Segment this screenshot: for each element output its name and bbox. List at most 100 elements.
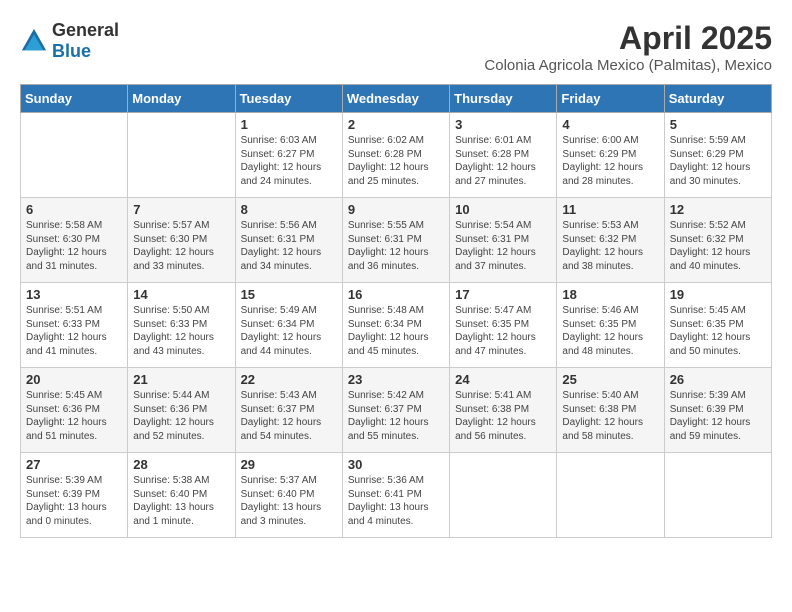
calendar-cell: 19 Sunrise: 5:45 AM Sunset: 6:35 PM Dayli…	[664, 283, 771, 368]
calendar-cell: 29 Sunrise: 5:37 AM Sunset: 6:40 PM Dayli…	[235, 453, 342, 538]
day-info: Sunrise: 5:50 AM Sunset: 6:33 PM Dayligh…	[133, 304, 229, 358]
day-number: 11	[562, 202, 658, 217]
header-wednesday: Wednesday	[342, 85, 449, 113]
day-info: Sunrise: 5:43 AM Sunset: 6:37 PM Dayligh…	[241, 389, 337, 443]
day-number: 20	[26, 372, 122, 387]
day-info: Sunrise: 5:48 AM Sunset: 6:34 PM Dayligh…	[348, 304, 444, 358]
day-number: 30	[348, 457, 444, 472]
day-number: 4	[562, 117, 658, 132]
calendar-cell: 3 Sunrise: 6:01 AM Sunset: 6:28 PM Daylig…	[450, 113, 557, 198]
calendar-cell: 2Sunrise: 6:02 AM Sunset: 6:28 PM Daylig…	[342, 113, 449, 198]
calendar-week-row: 6Sunrise: 5:58 AM Sunset: 6:30 PM Daylig…	[21, 198, 772, 283]
day-info: Sunrise: 6:03 AM Sunset: 6:27 PM Dayligh…	[241, 134, 337, 188]
calendar-week-row: 20 Sunrise: 5:45 AM Sunset: 6:36 PM Dayli…	[21, 368, 772, 453]
calendar-cell: 26 Sunrise: 5:39 AM Sunset: 6:39 PM Dayli…	[664, 368, 771, 453]
calendar-cell: 25Sunrise: 5:40 AM Sunset: 6:38 PM Dayli…	[557, 368, 664, 453]
day-info: Sunrise: 5:46 AM Sunset: 6:35 PM Dayligh…	[562, 304, 658, 358]
calendar-cell: 5 Sunrise: 5:59 AM Sunset: 6:29 PM Daylig…	[664, 113, 771, 198]
day-info: Sunrise: 5:39 AM Sunset: 6:39 PM Dayligh…	[670, 389, 766, 443]
day-number: 19	[670, 287, 766, 302]
calendar-cell: 14 Sunrise: 5:50 AM Sunset: 6:33 PM Dayli…	[128, 283, 235, 368]
day-number: 9	[348, 202, 444, 217]
day-number: 1	[241, 117, 337, 132]
day-info: Sunrise: 5:44 AM Sunset: 6:36 PM Dayligh…	[133, 389, 229, 443]
day-info: Sunrise: 5:37 AM Sunset: 6:40 PM Dayligh…	[241, 474, 337, 528]
logo-text: General Blue	[52, 20, 119, 62]
day-number: 27	[26, 457, 122, 472]
day-number: 13	[26, 287, 122, 302]
calendar-cell	[21, 113, 128, 198]
day-number: 14	[133, 287, 229, 302]
day-number: 6	[26, 202, 122, 217]
calendar-cell: 30 Sunrise: 5:36 AM Sunset: 6:41 PM Dayli…	[342, 453, 449, 538]
day-number: 12	[670, 202, 766, 217]
calendar-cell: 13 Sunrise: 5:51 AM Sunset: 6:33 PM Dayli…	[21, 283, 128, 368]
calendar-cell: 15 Sunrise: 5:49 AM Sunset: 6:34 PM Dayli…	[235, 283, 342, 368]
day-number: 7	[133, 202, 229, 217]
day-info: Sunrise: 5:45 AM Sunset: 6:35 PM Dayligh…	[670, 304, 766, 358]
calendar-cell	[128, 113, 235, 198]
calendar-cell: 7 Sunrise: 5:57 AM Sunset: 6:30 PM Daylig…	[128, 198, 235, 283]
calendar-header: Sunday Monday Tuesday Wednesday Thursday…	[21, 85, 772, 113]
day-info: Sunrise: 5:53 AM Sunset: 6:32 PM Dayligh…	[562, 219, 658, 273]
day-info: Sunrise: 5:59 AM Sunset: 6:29 PM Dayligh…	[670, 134, 766, 188]
day-info: Sunrise: 6:02 AM Sunset: 6:28 PM Dayligh…	[348, 134, 444, 188]
calendar-cell: 16 Sunrise: 5:48 AM Sunset: 6:34 PM Dayli…	[342, 283, 449, 368]
day-number: 28	[133, 457, 229, 472]
day-info: Sunrise: 5:36 AM Sunset: 6:41 PM Dayligh…	[348, 474, 444, 528]
day-number: 25	[562, 372, 658, 387]
calendar-body: 1 Sunrise: 6:03 AM Sunset: 6:27 PM Daylig…	[21, 113, 772, 538]
day-number: 15	[241, 287, 337, 302]
calendar-cell: 24 Sunrise: 5:41 AM Sunset: 6:38 PM Dayli…	[450, 368, 557, 453]
day-number: 17	[455, 287, 551, 302]
logo-general: General	[52, 20, 119, 40]
calendar-cell: 17 Sunrise: 5:47 AM Sunset: 6:35 PM Dayli…	[450, 283, 557, 368]
calendar-cell: 22 Sunrise: 5:43 AM Sunset: 6:37 PM Dayli…	[235, 368, 342, 453]
page-header: General Blue April 2025 Colonia Agricola…	[20, 20, 772, 74]
calendar-cell: 8Sunrise: 5:56 AM Sunset: 6:31 PM Daylig…	[235, 198, 342, 283]
day-number: 29	[241, 457, 337, 472]
day-number: 22	[241, 372, 337, 387]
day-number: 5	[670, 117, 766, 132]
day-number: 23	[348, 372, 444, 387]
day-info: Sunrise: 5:52 AM Sunset: 6:32 PM Dayligh…	[670, 219, 766, 273]
calendar-cell: 11 Sunrise: 5:53 AM Sunset: 6:32 PM Dayli…	[557, 198, 664, 283]
day-info: Sunrise: 5:39 AM Sunset: 6:39 PM Dayligh…	[26, 474, 122, 528]
calendar-cell: 4 Sunrise: 6:00 AM Sunset: 6:29 PM Daylig…	[557, 113, 664, 198]
calendar-week-row: 1 Sunrise: 6:03 AM Sunset: 6:27 PM Daylig…	[21, 113, 772, 198]
header-saturday: Saturday	[664, 85, 771, 113]
day-info: Sunrise: 5:49 AM Sunset: 6:34 PM Dayligh…	[241, 304, 337, 358]
calendar-week-row: 27 Sunrise: 5:39 AM Sunset: 6:39 PM Dayli…	[21, 453, 772, 538]
calendar-cell: 12 Sunrise: 5:52 AM Sunset: 6:32 PM Dayli…	[664, 198, 771, 283]
calendar-cell: 23 Sunrise: 5:42 AM Sunset: 6:37 PM Dayli…	[342, 368, 449, 453]
calendar-cell: 20 Sunrise: 5:45 AM Sunset: 6:36 PM Dayli…	[21, 368, 128, 453]
day-number: 8	[241, 202, 337, 217]
day-number: 24	[455, 372, 551, 387]
day-number: 18	[562, 287, 658, 302]
title-block: April 2025 Colonia Agricola Mexico (Palm…	[484, 20, 772, 74]
day-info: Sunrise: 5:55 AM Sunset: 6:31 PM Dayligh…	[348, 219, 444, 273]
day-info: Sunrise: 5:57 AM Sunset: 6:30 PM Dayligh…	[133, 219, 229, 273]
logo-blue: Blue	[52, 41, 91, 61]
day-info: Sunrise: 5:45 AM Sunset: 6:36 PM Dayligh…	[26, 389, 122, 443]
day-info: Sunrise: 5:42 AM Sunset: 6:37 PM Dayligh…	[348, 389, 444, 443]
day-info: Sunrise: 6:01 AM Sunset: 6:28 PM Dayligh…	[455, 134, 551, 188]
calendar-cell: 6Sunrise: 5:58 AM Sunset: 6:30 PM Daylig…	[21, 198, 128, 283]
day-number: 26	[670, 372, 766, 387]
calendar-cell: 21 Sunrise: 5:44 AM Sunset: 6:36 PM Dayli…	[128, 368, 235, 453]
day-number: 21	[133, 372, 229, 387]
day-number: 3	[455, 117, 551, 132]
calendar-week-row: 13 Sunrise: 5:51 AM Sunset: 6:33 PM Dayli…	[21, 283, 772, 368]
day-info: Sunrise: 5:41 AM Sunset: 6:38 PM Dayligh…	[455, 389, 551, 443]
day-number: 16	[348, 287, 444, 302]
location-title: Colonia Agricola Mexico (Palmitas), Mexi…	[484, 57, 772, 74]
generalblue-logo-icon	[20, 27, 48, 55]
day-info: Sunrise: 5:47 AM Sunset: 6:35 PM Dayligh…	[455, 304, 551, 358]
month-title: April 2025	[484, 20, 772, 57]
calendar-table: Sunday Monday Tuesday Wednesday Thursday…	[20, 84, 772, 538]
day-info: Sunrise: 6:00 AM Sunset: 6:29 PM Dayligh…	[562, 134, 658, 188]
day-info: Sunrise: 5:51 AM Sunset: 6:33 PM Dayligh…	[26, 304, 122, 358]
calendar-cell: 27 Sunrise: 5:39 AM Sunset: 6:39 PM Dayli…	[21, 453, 128, 538]
calendar-cell: 28Sunrise: 5:38 AM Sunset: 6:40 PM Dayli…	[128, 453, 235, 538]
calendar-cell	[557, 453, 664, 538]
